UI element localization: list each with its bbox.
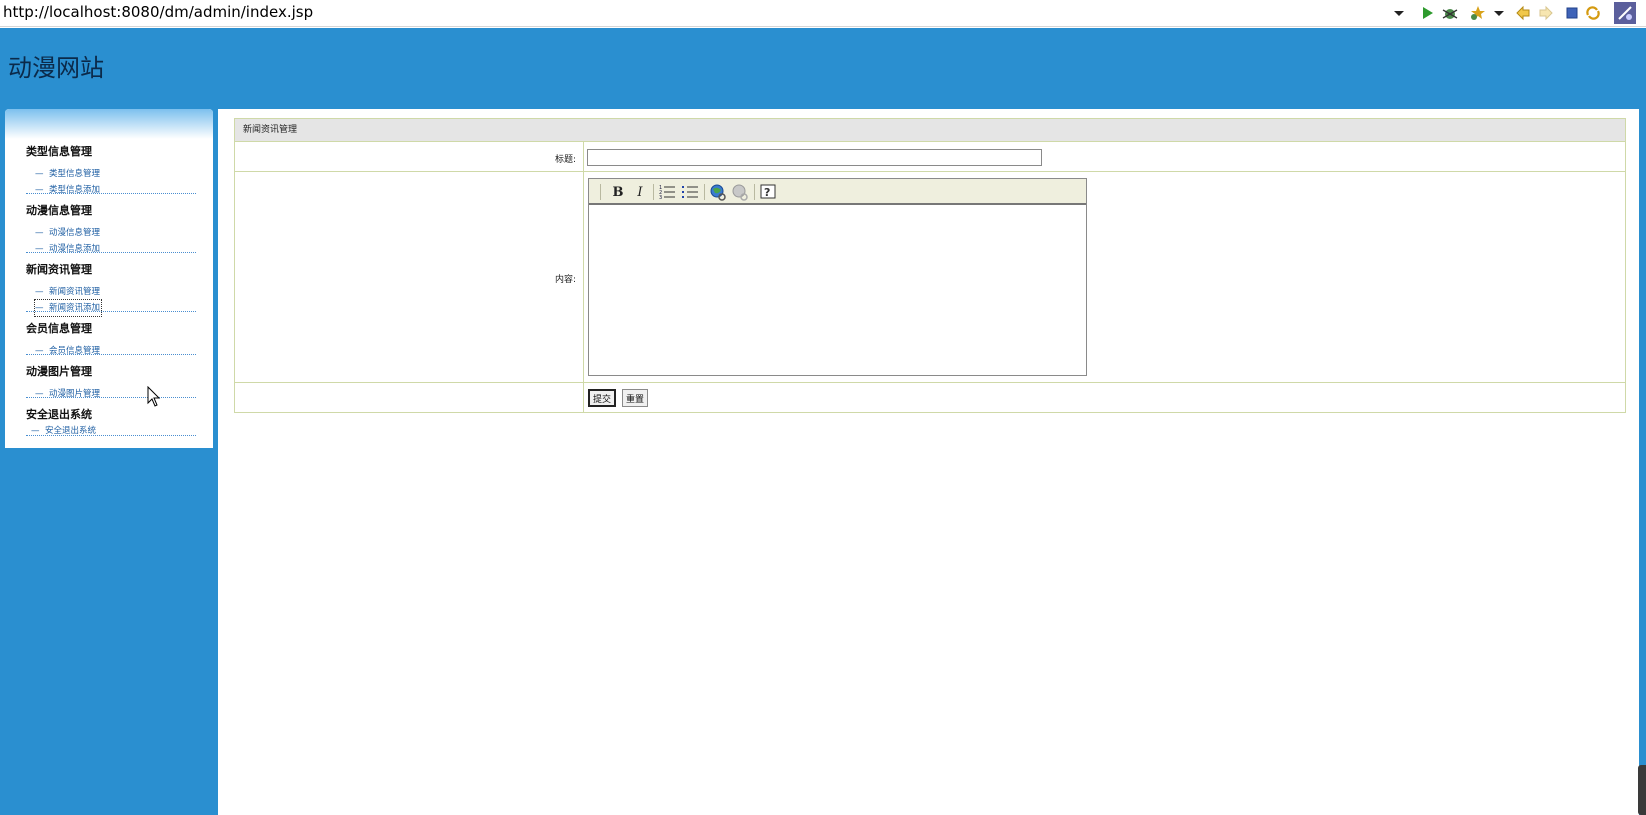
sidebar-item-member-manage[interactable]: — 会员信息管理 bbox=[26, 343, 196, 359]
site-header bbox=[0, 28, 1646, 109]
site-title: 动漫网站 bbox=[8, 54, 104, 82]
sidebar-item-label[interactable]: 新闻资讯添加 bbox=[49, 303, 100, 313]
toolbar-separator bbox=[653, 184, 654, 200]
sidebar-item-logout[interactable]: — 安全退出系统 bbox=[26, 423, 196, 439]
insert-link-icon[interactable] bbox=[709, 183, 727, 201]
sidebar-item-label[interactable]: 安全退出系统 bbox=[45, 426, 96, 436]
title-label: 标题: bbox=[554, 155, 576, 165]
menu-heading: 动漫信息管理 bbox=[26, 204, 92, 217]
toolbar-grip bbox=[600, 184, 601, 200]
bookmark-star-icon[interactable] bbox=[1469, 4, 1487, 22]
rich-text-editor: B I 123 ? bbox=[588, 178, 1087, 376]
row-divider bbox=[235, 171, 1625, 172]
column-divider bbox=[583, 142, 584, 412]
toolbar-separator bbox=[754, 184, 755, 200]
sidebar-item-label[interactable]: 类型信息管理 bbox=[49, 169, 100, 179]
menu-group-type: 类型信息管理 — 类型信息管理 — 类型信息添加 bbox=[26, 144, 196, 195]
dash-icon: — bbox=[35, 287, 44, 297]
mouse-pointer-icon bbox=[147, 386, 161, 407]
remove-link-icon[interactable] bbox=[731, 183, 749, 201]
sidebar-header-gradient bbox=[5, 109, 213, 139]
sidebar-item-anime-add[interactable]: — 动漫信息添加 bbox=[26, 241, 196, 257]
dash-icon: — bbox=[35, 228, 44, 238]
stop-icon[interactable] bbox=[1563, 4, 1581, 22]
menu-heading: 动漫图片管理 bbox=[26, 365, 92, 378]
svg-text:?: ? bbox=[764, 186, 770, 199]
reset-button[interactable]: 重置 bbox=[622, 389, 649, 407]
menu-heading: 会员信息管理 bbox=[26, 322, 92, 335]
bold-icon[interactable]: B bbox=[609, 183, 627, 201]
row-divider bbox=[235, 382, 1625, 383]
sidebar-item-label[interactable]: 动漫图片管理 bbox=[49, 389, 100, 399]
italic-icon[interactable]: I bbox=[631, 183, 649, 201]
dash-icon: — bbox=[31, 426, 40, 436]
menu-group-image: 动漫图片管理 — 动漫图片管理 bbox=[26, 364, 196, 399]
unordered-list-icon[interactable] bbox=[681, 183, 699, 201]
url-field[interactable]: http://localhost:8080/dm/admin/index.jsp bbox=[3, 3, 313, 21]
menu-group-member: 会员信息管理 — 会员信息管理 bbox=[26, 321, 196, 356]
sidebar-item-label[interactable]: 动漫信息添加 bbox=[49, 244, 100, 254]
dropdown-icon[interactable] bbox=[1490, 4, 1508, 22]
dash-icon: — bbox=[35, 389, 44, 399]
help-icon[interactable]: ? bbox=[759, 183, 777, 201]
forward-icon[interactable] bbox=[1537, 4, 1555, 22]
dash-icon: — bbox=[35, 303, 44, 313]
sidebar-item-label[interactable]: 会员信息管理 bbox=[49, 346, 100, 356]
page-right-border bbox=[1639, 109, 1646, 815]
menu-heading: 安全退出系统 bbox=[26, 408, 92, 421]
sidebar-item-type-manage[interactable]: — 类型信息管理 bbox=[26, 166, 196, 182]
refresh-icon[interactable] bbox=[1584, 4, 1602, 22]
dash-icon: — bbox=[35, 169, 44, 179]
toolbar-separator bbox=[704, 184, 705, 200]
sidebar: 类型信息管理 — 类型信息管理 — 类型信息添加 动漫信息管理 — 动漫信息管理 — 动… bbox=[5, 109, 213, 448]
editor-toolbar: B I 123 ? bbox=[589, 179, 1086, 205]
panel-title: 新闻资讯管理 bbox=[235, 119, 1625, 142]
menu-heading: 类型信息管理 bbox=[26, 145, 92, 158]
dash-icon: — bbox=[35, 244, 44, 254]
menu-group-anime: 动漫信息管理 — 动漫信息管理 — 动漫信息添加 bbox=[26, 203, 196, 254]
sidebar-item-anime-manage[interactable]: — 动漫信息管理 bbox=[26, 225, 196, 241]
dropdown-icon[interactable] bbox=[1392, 5, 1406, 21]
svg-text:3: 3 bbox=[659, 195, 662, 201]
scrollbar-thumb[interactable] bbox=[1638, 765, 1646, 815]
browser-address-bar: http://localhost:8080/dm/admin/index.jsp bbox=[0, 0, 1646, 27]
debug-icon[interactable] bbox=[1441, 4, 1459, 22]
sidebar-item-label[interactable]: 类型信息添加 bbox=[49, 185, 100, 195]
sidebar-item-type-add[interactable]: — 类型信息添加 bbox=[26, 182, 196, 198]
ordered-list-icon[interactable]: 123 bbox=[658, 183, 676, 201]
dash-icon: — bbox=[35, 346, 44, 356]
content-label: 内容: bbox=[554, 275, 576, 285]
sidebar-item-news-manage[interactable]: — 新闻资讯管理 bbox=[26, 284, 196, 300]
eclipse-icon[interactable] bbox=[1614, 2, 1636, 24]
back-icon[interactable] bbox=[1514, 4, 1532, 22]
sidebar-item-label[interactable]: 新闻资讯管理 bbox=[49, 287, 100, 297]
menu-group-news: 新闻资讯管理 — 新闻资讯管理 — 新闻资讯添加 bbox=[26, 262, 196, 317]
sidebar-item-image-manage[interactable]: — 动漫图片管理 bbox=[26, 386, 196, 402]
dash-icon: — bbox=[35, 185, 44, 195]
sidebar-item-news-add[interactable]: — 新闻资讯添加 bbox=[26, 299, 196, 317]
news-form-panel: 新闻资讯管理 标题: 内容: B I 123 ? 提交 重置 bbox=[234, 118, 1626, 413]
sidebar-item-label[interactable]: 动漫信息管理 bbox=[49, 228, 100, 238]
title-input[interactable] bbox=[587, 149, 1042, 166]
submit-button[interactable]: 提交 bbox=[588, 389, 617, 407]
run-icon[interactable] bbox=[1418, 4, 1436, 22]
menu-group-logout: 安全退出系统 — 安全退出系统 bbox=[26, 407, 196, 436]
editor-content-area[interactable] bbox=[589, 205, 1086, 375]
menu-heading: 新闻资讯管理 bbox=[26, 263, 92, 276]
focused-link[interactable]: — 新闻资讯添加 bbox=[33, 299, 103, 317]
